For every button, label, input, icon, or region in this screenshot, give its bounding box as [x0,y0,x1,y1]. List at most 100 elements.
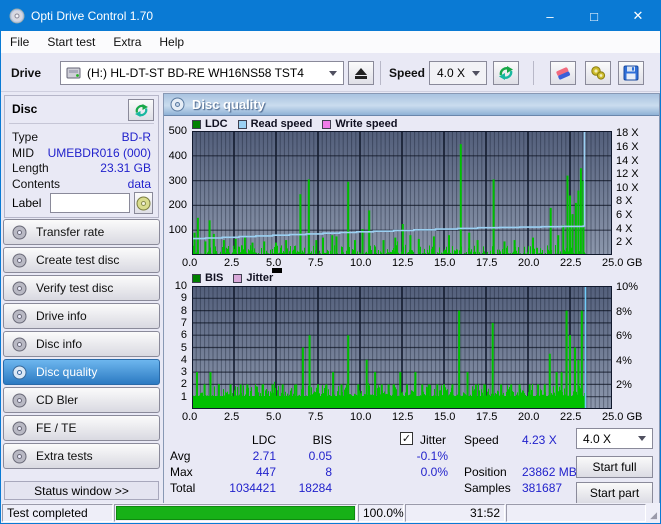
status-bar: Test completed 100.0% 31:52 ◢ [1,503,660,523]
refresh-speeds-button[interactable] [493,61,519,85]
bis-x-tick: 25.0 GB [602,411,643,423]
settings-button[interactable] [585,61,611,85]
ldc-y2-tick: 4 X [616,222,633,235]
sidebar-item-drive-info[interactable]: Drive info [3,303,160,329]
eject-button[interactable] [348,61,374,85]
stats-total-ldc: 1034421 [229,481,276,495]
disc-info-mid: MID UMEBDR016 (000) [12,145,151,160]
bis-y-tick: 5 [180,341,187,354]
speed-value: 4.0 X [437,66,466,80]
bis-y2-tick: 8% [616,305,632,318]
menu-help[interactable]: Help [159,32,194,52]
bis-chart-plot [192,286,612,409]
jitter-checkbox[interactable]: ✓ [400,432,413,445]
stats-row-label-avg: Avg [170,449,191,463]
save-icon [623,65,639,81]
save-button[interactable] [618,61,644,85]
stats-avg-ldc: 2.71 [252,449,276,463]
bis-y2-tick: 10% [616,281,639,293]
label-input[interactable] [50,193,131,213]
stats-max-jitter: 0.0% [420,465,448,479]
drive-value: (H:) HL-DT-ST BD-RE WH16NS58 TST4 [87,66,304,80]
sidebar-item-label: Disc quality [36,365,98,379]
bis-y-tick: 3 [180,366,187,379]
ldc-y2-tick: 6 X [616,209,633,222]
main-panel: Disc quality LDC Read speed Write speed 10 0… [163,93,660,504]
sidebar-item-disc-quality[interactable]: Disc quality [3,359,160,385]
sidebar-item-extra-tests[interactable]: Extra tests [3,443,160,469]
sidebar-item-label: Create test disc [36,253,120,267]
sidebar-item-transfer-rate[interactable]: Transfer rate [3,219,160,245]
info-label: Type [12,130,39,144]
bis-y-tick: 7 [180,316,187,329]
disc-refresh-button[interactable] [128,99,154,121]
bis-y2-tick: 4% [616,354,632,367]
ldc-y2-tick: 16 X [616,140,639,153]
stats-max-ldc: 447 [255,465,276,479]
bis-y-tick: 10 [174,280,187,292]
disc-info-contents: Contents data [12,177,151,191]
menu-file[interactable]: File [10,32,39,52]
sidebar-item-verify-test-disc[interactable]: Verify test disc [3,275,160,301]
ldc-y2-tick: 18 X [616,127,639,140]
maximize-button[interactable]: □ [572,1,616,31]
panel-header: Disc quality [164,94,659,116]
ldc-legend: LDC Read speed Write speed [182,118,398,130]
samples-stat-value: 381687 [522,481,563,495]
eject-icon [355,67,367,79]
write-label-button[interactable] [134,192,153,214]
close-button[interactable]: ✕ [616,1,660,31]
sidebar-item-label: Extra tests [36,449,93,463]
speed-stat-label: Speed [464,433,499,447]
stats-row-label-total: Total [170,481,196,495]
ldc-x-tick: 12.5 [392,257,414,269]
disc-icon [12,449,27,463]
legend-label-read-speed: Read speed [250,118,313,130]
legend-swatch-write-speed [322,119,332,129]
sidebar-item-label: Transfer rate [36,225,105,239]
info-value: 23.31 GB [100,161,151,175]
legend-label-write-speed: Write speed [335,118,398,130]
speed-select[interactable]: 4.0 X [429,61,487,85]
progress-bar-fill [116,506,355,520]
bis-y-tick: 9 [180,292,187,305]
sidebar-item-label: CD Bler [36,393,79,407]
disc-quality-icon [170,97,185,112]
progress-percent: 100.0% [358,504,404,522]
sidebar-item-fe-te[interactable]: FE / TE [3,415,160,441]
info-label: MID [12,145,34,160]
resize-grip[interactable]: ◢ [647,503,660,523]
drive-select[interactable]: (H:) HL-DT-ST BD-RE WH16NS58 TST4 [60,61,344,85]
bis-legend: BIS Jitter [182,272,273,284]
chevron-down-icon [472,70,480,76]
toolbar: Drive (H:) HL-DT-ST BD-RE WH16NS58 TST4 … [1,53,660,92]
start-part-button[interactable]: Start part [576,482,653,504]
position-stat-value: 23862 MB [522,465,577,479]
legend-swatch-bis [192,273,201,283]
status-window-button[interactable]: Status window >> [4,481,159,500]
stats-panel: LDC BIS ✓ Jitter Speed 4.23 X Avg 2.71 0.05 -0.1%… [164,427,660,505]
ldc-x-tick: 0.0 [182,257,198,269]
bis-x-tick: 2.5 [224,411,240,423]
sidebar-item-label: Verify test disc [36,281,114,295]
menubar: File Start test Extra Help [1,31,660,53]
legend-swatch-ldc [192,119,201,129]
sidebar-item-create-test-disc[interactable]: Create test disc [3,247,160,273]
bis-x-tick: 20.0 [518,411,540,423]
menu-extra[interactable]: Extra [113,32,151,52]
sidebar-item-cd-bler[interactable]: CD Bler [3,387,160,413]
disc-icon [12,281,27,295]
erase-disc-button[interactable] [550,61,576,85]
bis-x-tick: 22.5 [560,411,582,423]
sidebar-item-disc-info[interactable]: Disc info [3,331,160,357]
minimize-button[interactable]: – [528,1,572,31]
info-label: Length [12,161,49,175]
stats-header-ldc: LDC [251,433,276,447]
test-speed-select[interactable]: 4.0 X [576,428,653,449]
stats-header-bis: BIS [312,433,332,447]
menu-start-test[interactable]: Start test [47,32,105,52]
sidebar-item-label: Drive info [36,309,87,323]
start-full-button[interactable]: Start full [576,456,653,478]
disc-info-type: Type BD-R [12,130,151,144]
bis-y-tick: 2 [180,378,187,391]
